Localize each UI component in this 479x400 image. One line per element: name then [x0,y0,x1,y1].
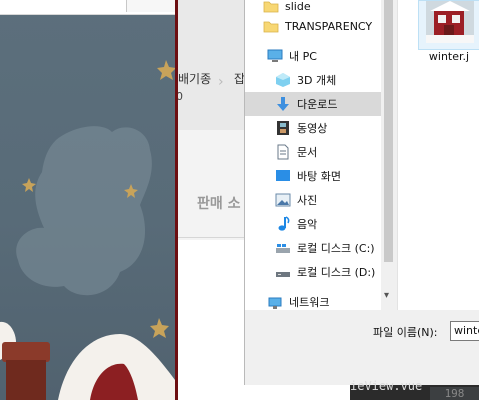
nav-item-drive-d[interactable]: 로컬 디스크 (D:) [275,260,381,284]
nav-item-desktop[interactable]: 바탕 화면 [275,164,381,188]
star-icon [157,60,175,80]
star-icon [22,178,36,192]
nav-item-documents[interactable]: 문서 [275,140,381,164]
picture-icon [275,192,291,208]
nav-item-label: 사진 [297,194,318,207]
chimney-body [6,360,46,400]
scroll-down-icon[interactable]: ▾ [384,290,389,301]
document-icon [275,144,291,160]
nav-item-drive-c[interactable]: 로컬 디스크 (C:) [275,236,381,260]
nav-item-label: 바탕 화면 [297,170,341,183]
chevron-right-icon: › [218,74,224,90]
3d-objects-icon [275,72,291,88]
winter-thumbnail-image [426,1,474,43]
video-film-icon [275,120,291,136]
filename-row: 파일 이름(N): [245,316,479,346]
nav-item-label: 음악 [297,218,318,231]
nav-item-label: 네트워크 [289,296,330,309]
navigation-pane: slide TRANSPARENCY 내 PC 3D 개체 다운로드 동영상 문… [245,0,396,310]
nav-folder-label: TRANSPARENCY [285,19,373,33]
editor-filename[interactable]: ieView.vue [350,379,422,393]
star-icon [150,318,169,338]
background-web-page: 배기종 0 › 잡 판매 소 [178,0,244,400]
nav-item-pictures[interactable]: 사진 [275,188,381,212]
network-icon [267,294,283,310]
nav-item-label: 문서 [297,146,318,159]
computer-icon [267,48,283,64]
drive-icon [275,264,291,280]
nav-item-label: 로컬 디스크 (C:) [297,242,375,255]
web-breadcrumb-sub: 0 [178,90,183,103]
file-name-label[interactable]: winter.j [418,50,479,63]
winter-scene-art [0,60,175,400]
nav-item-network[interactable]: 네트워크 [267,290,381,310]
file-list-pane: winter.j [397,0,479,310]
download-arrow-icon [275,96,291,112]
nav-folder-transparency[interactable]: TRANSPARENCY [263,14,381,38]
nav-item-3d-objects[interactable]: 3D 개체 [275,68,381,92]
drive-icon [275,240,291,256]
smoke-cloud [16,126,152,296]
web-breadcrumb-1[interactable]: 배기종 [178,70,211,87]
nav-folder-label: slide [285,0,311,13]
nav-item-label: 로컬 디스크 (D:) [297,266,376,279]
nav-item-downloads[interactable]: 다운로드 [245,92,381,116]
nav-item-music[interactable]: 음악 [275,212,381,236]
filename-label: 파일 이름(N): [373,326,438,339]
web-sell-label: 판매 소 [197,196,241,212]
editor-status-strip: ieView.vue 198 [350,379,479,400]
winter-illustration [0,0,175,400]
nav-item-label: 3D 개체 [297,74,337,87]
divider [178,237,244,238]
web-breadcrumb-2[interactable]: 잡 [234,70,244,87]
editor-line-number: 198 [430,387,479,400]
folder-icon [263,18,279,34]
web-header-area [178,0,244,130]
file-thumbnail-winter[interactable] [418,0,479,50]
nav-item-this-pc[interactable]: 내 PC [267,44,381,68]
file-open-dialog: slide TRANSPARENCY 내 PC 3D 개체 다운로드 동영상 문… [244,0,479,385]
nav-item-label: 동영상 [297,122,328,135]
music-note-icon [275,216,291,232]
nav-item-label: 내 PC [289,50,317,63]
desktop-icon [275,168,291,184]
filename-input[interactable]: winte [450,321,479,341]
nav-scrollbar[interactable]: ▾ [381,0,396,310]
folder-icon [263,0,279,14]
nav-item-videos[interactable]: 동영상 [275,116,381,140]
chimney-top [2,342,50,362]
web-content-area [178,130,244,240]
nav-item-label: 다운로드 [297,98,338,111]
scrollbar-thumb[interactable] [384,0,393,262]
